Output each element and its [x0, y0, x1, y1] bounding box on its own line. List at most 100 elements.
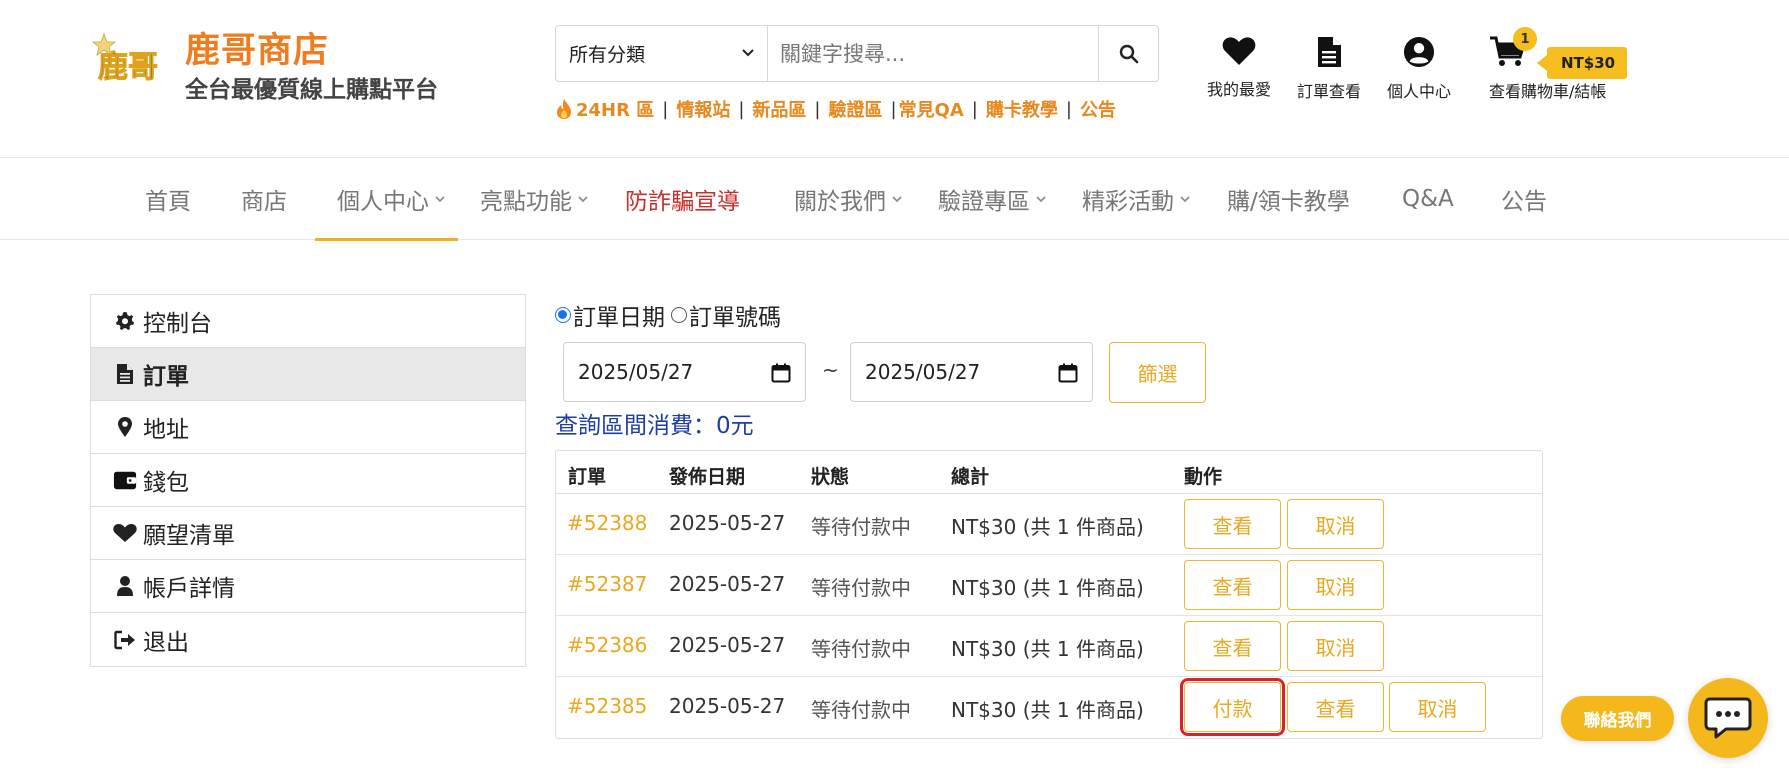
- order-total: NT$30 (共 1 件商品): [951, 515, 1144, 539]
- site-header: 鹿哥 鹿哥商店 全台最優質線上購點平台 所有分類 24HR 區 | 情報站 | …: [0, 0, 1789, 158]
- pay-order-button[interactable]: 付款: [1180, 678, 1285, 736]
- map-pin-icon: [118, 417, 132, 437]
- sidebar-item-label: 地址: [143, 417, 189, 443]
- order-date: 2025-05-27: [669, 633, 786, 657]
- nav-verification[interactable]: 驗證專區: [938, 158, 1047, 240]
- cart-total-badge[interactable]: NT$30: [1536, 47, 1628, 79]
- radio-order-date-label[interactable]: 訂單日期: [573, 298, 665, 332]
- view-order-button[interactable]: 查看: [1184, 499, 1281, 549]
- sidebar-item-wishlist[interactable]: 願望清單: [91, 507, 525, 560]
- quick-link-faq[interactable]: 常見QA: [899, 96, 964, 122]
- sidebar-item-wallet[interactable]: 錢包: [91, 454, 525, 507]
- search-input[interactable]: [768, 26, 1098, 81]
- user-icon: [117, 576, 133, 596]
- nav-qa[interactable]: Q&A: [1402, 158, 1454, 240]
- radio-order-date[interactable]: [555, 307, 571, 323]
- column-header-date: 發佈日期: [669, 466, 746, 488]
- cancel-order-button[interactable]: 取消: [1287, 499, 1384, 549]
- quick-link-news[interactable]: 情報站: [676, 96, 730, 122]
- chevron-down-icon: [435, 196, 445, 203]
- order-filter-radios: 訂單日期 訂單號碼: [555, 298, 781, 332]
- separator: |: [971, 98, 978, 120]
- column-header-status: 狀態: [811, 466, 850, 488]
- chevron-down-icon: [742, 49, 754, 57]
- nav-account-center[interactable]: 個人中心: [315, 158, 458, 241]
- nav-features[interactable]: 亮點功能: [480, 158, 589, 240]
- quick-link-verify[interactable]: 驗證區: [828, 96, 882, 122]
- search-button[interactable]: [1098, 26, 1158, 81]
- heart-icon: [113, 523, 137, 542]
- column-header-actions: 動作: [1184, 466, 1223, 488]
- favorites-label: 我的最愛: [1207, 80, 1272, 99]
- nav-anti-fraud[interactable]: 防詐騙宣導: [625, 158, 740, 240]
- order-id-link[interactable]: #52386: [567, 633, 647, 657]
- cancel-order-button[interactable]: 取消: [1287, 621, 1384, 671]
- search-icon: [1119, 44, 1138, 63]
- favorites-link[interactable]: 我的最愛: [1207, 36, 1271, 100]
- table-row: #52388 2025-05-27 等待付款中 NT$30 (共 1 件商品) …: [556, 494, 1542, 555]
- sidebar-item-dashboard[interactable]: 控制台: [91, 295, 525, 348]
- nav-home[interactable]: 首頁: [145, 158, 191, 240]
- nav-announcements-label: 公告: [1501, 189, 1547, 215]
- nav-features-label: 亮點功能: [480, 189, 572, 215]
- order-lookup-label: 訂單查看: [1297, 82, 1362, 101]
- cart-count-badge: 1: [1513, 27, 1537, 51]
- quick-link-new-products[interactable]: 新品區: [752, 96, 806, 122]
- sidebar-item-logout[interactable]: 退出: [91, 613, 525, 666]
- nav-events[interactable]: 精彩活動: [1082, 158, 1191, 240]
- brand-name[interactable]: 鹿哥商店: [185, 22, 329, 73]
- date-to-field[interactable]: 2025/05/27: [850, 342, 1093, 402]
- sidebar-item-address[interactable]: 地址: [91, 401, 525, 454]
- quick-link-24hr[interactable]: 24HR 區: [576, 96, 654, 122]
- fire-icon: [557, 99, 571, 119]
- order-status: 等待付款中: [811, 637, 911, 661]
- order-lookup-link[interactable]: 訂單查看: [1297, 36, 1361, 102]
- view-order-button[interactable]: 查看: [1287, 682, 1384, 732]
- order-status: 等待付款中: [811, 515, 911, 539]
- separator: |: [738, 98, 745, 120]
- order-id-link[interactable]: #52385: [567, 694, 647, 718]
- sidebar-item-label: 願望清單: [143, 523, 235, 549]
- order-status: 等待付款中: [811, 576, 911, 600]
- period-spend-summary: 查詢區間消費：0元: [555, 406, 754, 440]
- date-from-field[interactable]: 2025/05/27: [563, 342, 806, 402]
- view-order-button[interactable]: 查看: [1184, 621, 1281, 671]
- order-date: 2025-05-27: [669, 572, 786, 596]
- radio-order-number[interactable]: [671, 307, 687, 323]
- cancel-order-button[interactable]: 取消: [1287, 560, 1384, 610]
- chevron-down-icon: [892, 196, 902, 203]
- svg-text:鹿哥: 鹿哥: [98, 50, 158, 85]
- sidebar-item-account-details[interactable]: 帳戶詳情: [91, 560, 525, 613]
- account-center-link[interactable]: 個人中心: [1387, 36, 1451, 102]
- order-id-link[interactable]: #52387: [567, 572, 647, 596]
- category-select[interactable]: 所有分類: [556, 26, 768, 81]
- deer-logo-icon: 鹿哥: [91, 32, 159, 86]
- brand-logo[interactable]: 鹿哥: [88, 30, 170, 94]
- nav-card-tutorial-label: 購/領卡教學: [1227, 189, 1350, 215]
- order-id-link[interactable]: #52388: [567, 511, 647, 535]
- nav-shop[interactable]: 商店: [241, 158, 287, 240]
- separator: |: [662, 98, 669, 120]
- radio-order-number-label[interactable]: 訂單號碼: [689, 298, 781, 332]
- cart-label: 查看購物車/結帳: [1489, 82, 1607, 101]
- order-date: 2025-05-27: [669, 694, 786, 718]
- order-total: NT$30 (共 1 件商品): [951, 637, 1144, 661]
- nav-announcements[interactable]: 公告: [1501, 158, 1547, 240]
- filter-button[interactable]: 篩選: [1109, 342, 1206, 403]
- date-range-separator: ~: [822, 358, 839, 382]
- quick-links: 24HR 區 | 情報站 | 新品區 | 驗證區 | 常見QA | 購卡教學 |…: [555, 95, 1116, 123]
- chat-widget-button[interactable]: [1688, 678, 1768, 758]
- chevron-down-icon: [1036, 196, 1046, 203]
- order-status: 等待付款中: [811, 698, 911, 722]
- quick-link-tutorial[interactable]: 購卡教學: [986, 96, 1058, 122]
- view-order-button[interactable]: 查看: [1184, 560, 1281, 610]
- contact-us-button[interactable]: 聯絡我們: [1561, 696, 1674, 741]
- nav-about-us[interactable]: 關於我們: [794, 158, 903, 240]
- quick-link-announcements[interactable]: 公告: [1080, 96, 1116, 122]
- order-date: 2025-05-27: [669, 511, 786, 535]
- nav-card-tutorial[interactable]: 購/領卡教學: [1227, 158, 1350, 240]
- chevron-down-icon: [1180, 196, 1190, 203]
- sidebar-item-orders[interactable]: 訂單: [91, 348, 525, 401]
- cancel-order-button[interactable]: 取消: [1389, 682, 1486, 732]
- period-spend-value: 0: [716, 413, 731, 439]
